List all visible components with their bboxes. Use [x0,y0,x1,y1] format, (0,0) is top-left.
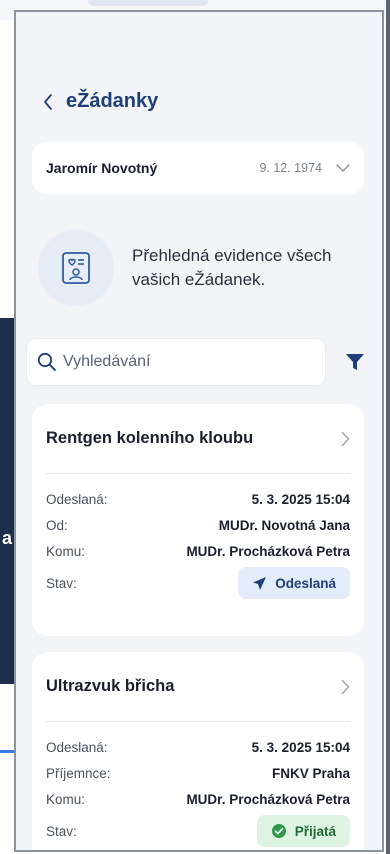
detail-row: Od: MUDr. Novotná Jana [46,514,350,536]
status-text: Odeslaná [275,575,336,591]
detail-label: Příjemnce: [46,765,111,781]
check-circle-icon [271,824,286,838]
chevron-right-icon[interactable] [341,679,350,695]
back-navigation[interactable]: eŽádanky [42,90,158,113]
request-header[interactable]: Rentgen kolenního kloubu [46,404,350,474]
request-title: Ultrazvuk břicha [46,677,175,695]
detail-value: FNKV Praha [271,765,350,781]
patient-selector[interactable]: Jaromír Novotný 9. 12. 1974 [32,142,364,194]
background-fragment-text: a [2,528,13,548]
search-icon [37,352,56,371]
search-row [26,338,378,386]
detail-label: Odeslaná: [46,491,108,507]
request-card[interactable]: Rentgen kolenního kloubu Odeslaná: 5. 3.… [32,404,364,636]
status-text: Přijatá [294,823,336,839]
filter-icon[interactable] [345,352,365,372]
detail-row: Příjemnce: FNKV Praha [46,762,350,784]
detail-label: Od: [46,517,68,533]
search-input[interactable] [63,353,303,371]
detail-label: Odeslaná: [46,739,108,755]
detail-label: Komu: [46,791,86,807]
chevron-right-icon[interactable] [341,431,350,447]
page-title[interactable]: eŽádanky [66,90,158,113]
chevron-left-icon[interactable] [42,93,54,111]
detail-value: MUDr. Procházková Petra [186,543,350,559]
status-row: Stav: Odeslaná [46,566,350,600]
ezadanky-screen: eŽádanky Jaromír Novotný 9. 12. 1974 Pře… [16,12,382,850]
request-card[interactable]: Ultrazvuk břicha Odeslaná: 5. 3. 2025 15… [32,652,364,850]
detail-value: MUDr. Novotná Jana [218,517,350,533]
detail-row: Odeslaná: 5. 3. 2025 15:04 [46,488,350,510]
detail-value: 5. 3. 2025 15:04 [251,739,350,755]
patient-dob: 9. 12. 1974 [259,161,322,175]
detail-row: Komu: MUDr. Procházková Petra [46,540,350,562]
id-card-icon [62,252,90,284]
intro-icon-circle [38,230,114,306]
detail-value: 5. 3. 2025 15:04 [251,491,350,507]
background-pill [88,0,208,6]
status-row: Stav: Přijatá [46,814,350,848]
chevron-down-icon[interactable] [336,164,350,172]
status-badge: Odeslaná [238,567,350,599]
request-title: Rentgen kolenního kloubu [46,429,254,447]
search-box[interactable] [26,338,326,386]
send-icon [253,576,267,590]
patient-name: Jaromír Novotný [46,160,158,176]
status-label: Stav: [46,575,77,591]
patient-dob-group: 9. 12. 1974 [259,161,350,175]
phone-frame: eŽádanky Jaromír Novotný 9. 12. 1974 Pře… [14,10,384,852]
request-header[interactable]: Ultrazvuk břicha [46,652,350,722]
detail-label: Komu: [46,543,86,559]
background-edge [386,0,390,854]
detail-row: Komu: MUDr. Procházková Petra [46,788,350,810]
filter-button[interactable] [340,347,370,377]
detail-value: MUDr. Procházková Petra [186,791,350,807]
status-label: Stav: [46,823,77,839]
detail-row: Odeslaná: 5. 3. 2025 15:04 [46,736,350,758]
request-details: Odeslaná: 5. 3. 2025 15:04 Od: MUDr. Nov… [46,474,350,600]
request-details: Odeslaná: 5. 3. 2025 15:04 Příjemnce: FN… [46,722,350,848]
intro-banner: Přehledná evidence všech vašich eŽádanek… [38,230,362,306]
status-badge: Přijatá [256,815,350,847]
intro-text: Přehledná evidence všech vašich eŽádanek… [132,246,332,289]
